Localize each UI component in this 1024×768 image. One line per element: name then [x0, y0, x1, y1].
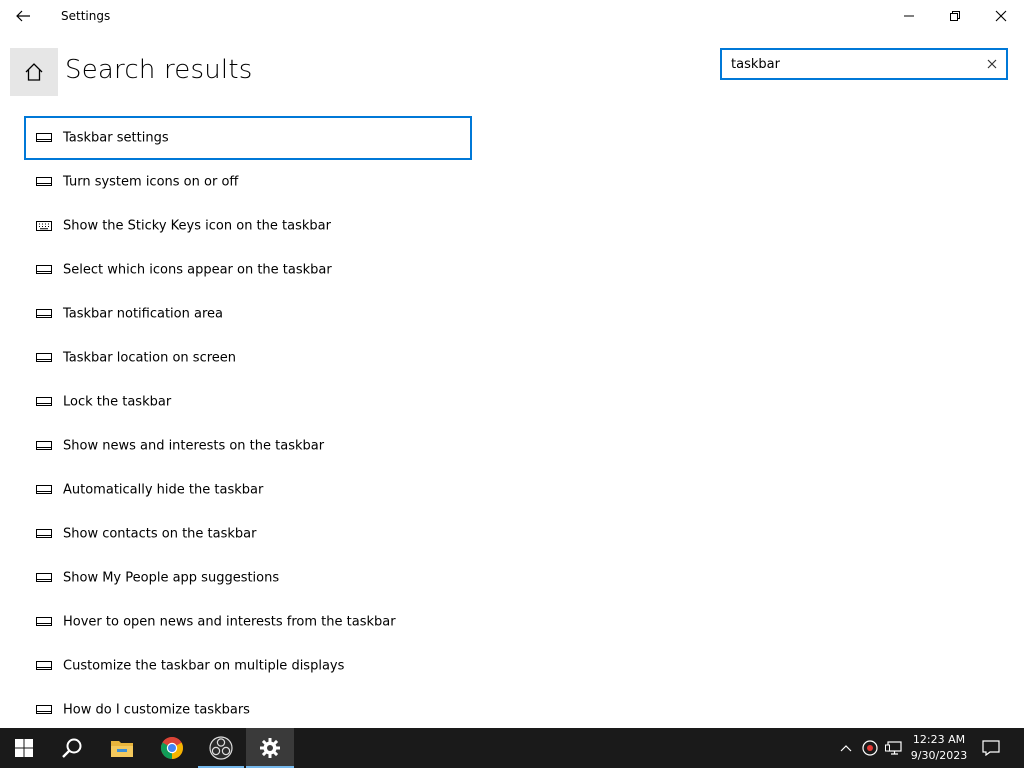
minimize-button[interactable]	[886, 0, 932, 32]
search-result-item[interactable]: Customize the taskbar on multiple displa…	[24, 644, 472, 688]
taskbar: 12:23 AM 9/30/2023	[0, 728, 1024, 768]
display-icon	[36, 528, 52, 540]
taskbar-settings[interactable]	[246, 728, 294, 768]
search-result-label: Hover to open news and interests from th…	[63, 614, 396, 630]
file-explorer-icon	[111, 741, 133, 757]
search-result-item[interactable]: Select which icons appear on the taskbar	[24, 248, 472, 292]
title-bar: Settings	[0, 0, 1024, 32]
home-button[interactable]	[10, 48, 58, 96]
notification-icon	[982, 740, 1000, 756]
taskbar-search-button[interactable]	[48, 728, 96, 768]
settings-gear-icon	[260, 738, 280, 758]
chrome-icon	[161, 737, 183, 759]
clear-icon	[987, 59, 997, 69]
search-results-list: Taskbar settings Turn system icons on or…	[24, 116, 472, 732]
minimize-icon	[904, 15, 914, 17]
search-icon	[62, 738, 82, 758]
chevron-up-icon	[840, 745, 852, 752]
search-result-item[interactable]: Lock the taskbar	[24, 380, 472, 424]
search-result-item[interactable]: Show the Sticky Keys icon on the taskbar	[24, 204, 472, 248]
tray-network-button[interactable]	[884, 738, 904, 758]
search-result-label: Automatically hide the taskbar	[63, 482, 264, 498]
display-icon	[36, 704, 52, 716]
display-icon	[36, 396, 52, 408]
search-result-label: Lock the taskbar	[63, 394, 172, 410]
clock-time: 12:23 AM	[912, 733, 966, 746]
tray-obs-button[interactable]	[860, 738, 880, 758]
search-result-label: Show the Sticky Keys icon on the taskbar	[63, 218, 331, 234]
start-icon	[15, 739, 33, 757]
page-title: Search results	[65, 55, 253, 85]
search-result-label: Show My People app suggestions	[63, 570, 280, 586]
tray-clock[interactable]: 12:23 AM 9/30/2023	[908, 732, 970, 764]
restore-icon	[950, 11, 960, 21]
search-result-label: Show contacts on the taskbar	[63, 526, 257, 542]
search-result-label: Show news and interests on the taskbar	[63, 438, 325, 454]
back-button[interactable]	[0, 0, 46, 32]
back-arrow-icon	[16, 10, 30, 22]
keyboard-icon	[36, 220, 52, 232]
search-result-label: Taskbar notification area	[63, 306, 223, 322]
action-center-button[interactable]	[981, 738, 1001, 758]
display-icon	[36, 484, 52, 496]
start-button[interactable]	[0, 728, 48, 768]
search-result-label: Turn system icons on or off	[63, 174, 239, 190]
search-result-item[interactable]: Show My People app suggestions	[24, 556, 472, 600]
search-result-item[interactable]: Automatically hide the taskbar	[24, 468, 472, 512]
obs-tray-icon	[862, 740, 878, 756]
display-icon	[36, 660, 52, 672]
search-result-label: Select which icons appear on the taskbar	[63, 262, 332, 278]
search-result-item[interactable]: Taskbar notification area	[24, 292, 472, 336]
display-icon	[36, 352, 52, 364]
taskbar-chrome[interactable]	[148, 728, 196, 768]
close-button[interactable]	[978, 0, 1024, 32]
clear-search-button[interactable]	[984, 56, 1000, 72]
window-title: Settings	[61, 9, 111, 23]
search-result-item[interactable]: Turn system icons on or off	[24, 160, 472, 204]
search-input[interactable]	[731, 53, 971, 75]
search-result-item[interactable]: Taskbar settings	[24, 116, 472, 160]
search-result-item[interactable]: Show news and interests on the taskbar	[24, 424, 472, 468]
home-icon	[25, 63, 43, 81]
search-result-label: Customize the taskbar on multiple displa…	[63, 658, 345, 674]
display-icon	[36, 176, 52, 188]
search-result-label: Taskbar settings	[63, 130, 169, 146]
obs-icon	[209, 736, 233, 760]
close-icon	[995, 10, 1007, 22]
restore-button[interactable]	[932, 0, 978, 32]
show-hidden-icons-button[interactable]	[836, 738, 856, 758]
taskbar-file-explorer[interactable]	[98, 728, 146, 768]
display-icon	[36, 440, 52, 452]
search-result-label: How do I customize taskbars	[63, 702, 250, 718]
search-result-item[interactable]: Hover to open news and interests from th…	[24, 600, 472, 644]
display-icon	[36, 308, 52, 320]
search-result-label: Taskbar location on screen	[63, 350, 237, 366]
display-icon	[36, 572, 52, 584]
display-icon	[36, 264, 52, 276]
network-icon	[885, 741, 902, 755]
taskbar-obs[interactable]	[198, 728, 244, 768]
search-box[interactable]	[720, 48, 1008, 80]
display-icon	[36, 132, 52, 144]
display-icon	[36, 616, 52, 628]
search-result-item[interactable]: Taskbar location on screen	[24, 336, 472, 380]
search-result-item[interactable]: How do I customize taskbars	[24, 688, 472, 732]
clock-date: 9/30/2023	[910, 749, 968, 762]
search-result-item[interactable]: Show contacts on the taskbar	[24, 512, 472, 556]
